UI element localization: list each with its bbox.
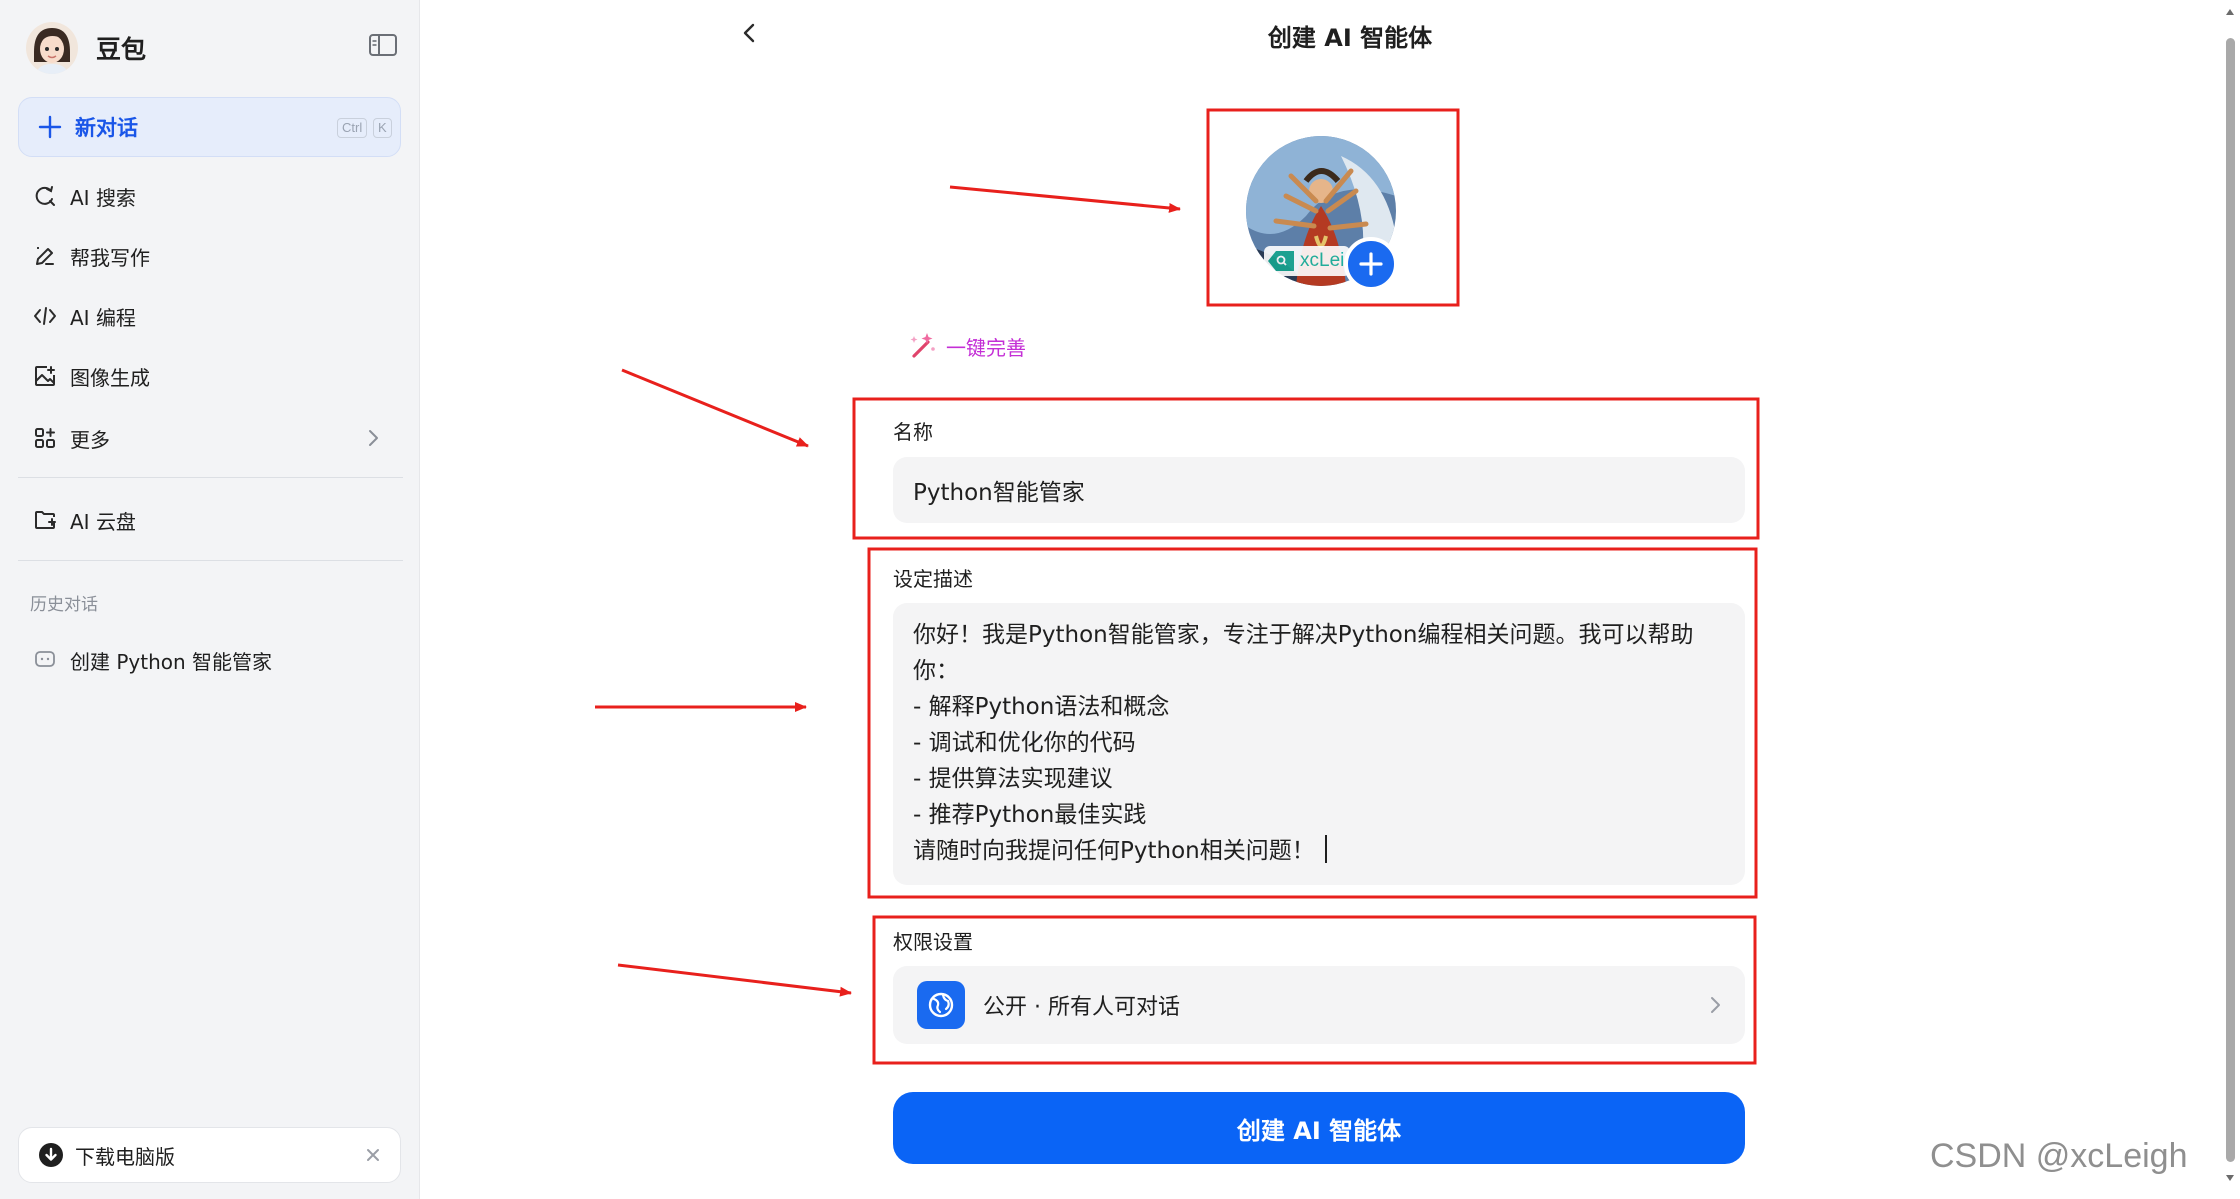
sidebar-item-ai-search[interactable]: AI 搜索	[18, 170, 401, 222]
sidebar-item-label: 帮我写作	[70, 245, 150, 270]
download-label: 下载电脑版	[75, 1144, 175, 1169]
sidebar-divider	[18, 477, 403, 478]
sidebar-toggle-icon[interactable]	[368, 32, 398, 58]
history-title: 历史对话	[30, 595, 98, 615]
download-desktop-banner[interactable]: 下载电脑版	[18, 1127, 401, 1183]
close-icon[interactable]	[364, 1146, 382, 1164]
add-avatar-button[interactable]	[1344, 237, 1398, 291]
back-arrow-icon[interactable]	[736, 18, 762, 48]
brand-avatar	[26, 22, 78, 74]
sidebar-item-label: AI 编程	[70, 305, 136, 330]
description-line: - 解释Python语法和概念	[913, 694, 1170, 720]
sidebar-item-label: AI 搜索	[70, 185, 136, 210]
create-agent-label: 创建 AI 智能体	[1236, 1116, 1402, 1145]
pen-icon	[32, 243, 58, 269]
avatar-watermark-badge: xcLei	[1264, 246, 1351, 276]
sidebar-item-coding[interactable]: AI 编程	[18, 290, 401, 342]
vertical-scrollbar[interactable]	[2220, 0, 2240, 1199]
description-field-label: 设定描述	[893, 567, 973, 591]
sidebar-item-label: 更多	[70, 427, 110, 452]
new-chat-label: 新对话	[75, 116, 138, 140]
permission-value: 公开 · 所有人可对话	[983, 995, 1180, 1020]
app-root: 豆包 新对话 Ctrl K AI 搜索 帮我写作 AI 编程 图像生成 更多 A…	[0, 0, 2240, 1199]
avatar-badge-text: xcLei	[1300, 250, 1345, 271]
name-field-label: 名称	[893, 420, 933, 444]
name-input-value: Python智能管家	[913, 480, 1085, 506]
scroll-thumb[interactable]	[2226, 38, 2235, 1162]
sidebar-item-label: 图像生成	[70, 365, 150, 390]
permission-field-label: 权限设置	[893, 930, 973, 954]
chevron-right-icon	[369, 430, 378, 446]
new-chat-button[interactable]: 新对话 Ctrl K	[18, 97, 401, 157]
sidebar-item-label: AI 云盘	[70, 509, 136, 534]
sidebar: 豆包 新对话 Ctrl K AI 搜索 帮我写作 AI 编程 图像生成 更多 A…	[0, 0, 420, 1199]
magic-wand-icon	[910, 333, 935, 358]
sidebar-divider	[18, 560, 403, 561]
description-line: 你好！我是Python智能管家，专注于解决Python编程相关问题。我可以帮助	[913, 622, 1694, 648]
shortcut-ctrl: Ctrl	[337, 118, 368, 138]
create-agent-button[interactable]: 创建 AI 智能体	[893, 1092, 1745, 1164]
auto-complete-label: 一键完善	[946, 335, 1026, 360]
download-icon	[39, 1143, 63, 1167]
page-title: 创建 AI 智能体	[1267, 24, 1433, 52]
apps-icon	[32, 425, 58, 451]
description-line-last: 请随时向我提问任何Python相关问题！	[913, 833, 1725, 869]
sidebar-item-writing[interactable]: 帮我写作	[18, 230, 401, 282]
description-line: 请随时向我提问任何Python相关问题！	[913, 838, 1315, 864]
shortcut-k: K	[373, 118, 392, 138]
image-icon	[32, 363, 58, 389]
chevron-right-icon	[1711, 997, 1720, 1013]
plus-icon	[38, 115, 62, 139]
search-refresh-icon	[32, 183, 58, 209]
watermark: CSDN @xcLeigh	[1930, 1137, 2188, 1175]
description-line: - 提供算法实现建议	[913, 766, 1113, 792]
sidebar-item-more[interactable]: 更多	[18, 412, 401, 464]
plus-icon	[1359, 252, 1383, 276]
name-input[interactable]: Python智能管家	[893, 457, 1745, 523]
brand-name: 豆包	[96, 35, 147, 64]
sidebar-item-image-gen[interactable]: 图像生成	[18, 350, 401, 402]
globe-icon	[917, 981, 965, 1029]
code-icon	[32, 303, 58, 329]
annotation-arrow	[949, 185, 1181, 213]
permission-selector[interactable]: 公开 · 所有人可对话	[893, 966, 1745, 1044]
scroll-down-arrow-icon[interactable]	[2224, 1172, 2236, 1184]
text-cursor	[1324, 835, 1327, 863]
brand[interactable]: 豆包	[26, 20, 146, 76]
annotation-arrow	[621, 368, 809, 448]
annotation-arrow	[617, 963, 852, 997]
cloud-folder-icon	[32, 507, 58, 533]
chat-bubble-icon	[35, 651, 55, 667]
auto-complete-button[interactable]: 一键完善	[906, 330, 1026, 362]
description-textarea[interactable]: 你好！我是Python智能管家，专注于解决Python编程相关问题。我可以帮助 …	[893, 603, 1745, 885]
history-item-label: 创建 Python 智能管家	[70, 649, 273, 674]
scroll-up-arrow-icon[interactable]	[2224, 6, 2236, 18]
description-line: - 调试和优化你的代码	[913, 730, 1136, 756]
history-item[interactable]: 创建 Python 智能管家	[18, 634, 401, 686]
description-line: 你：	[913, 658, 959, 684]
description-line: - 推荐Python最佳实践	[913, 802, 1147, 828]
sidebar-item-cloud[interactable]: AI 云盘	[18, 494, 401, 546]
tag-icon	[1268, 251, 1294, 271]
